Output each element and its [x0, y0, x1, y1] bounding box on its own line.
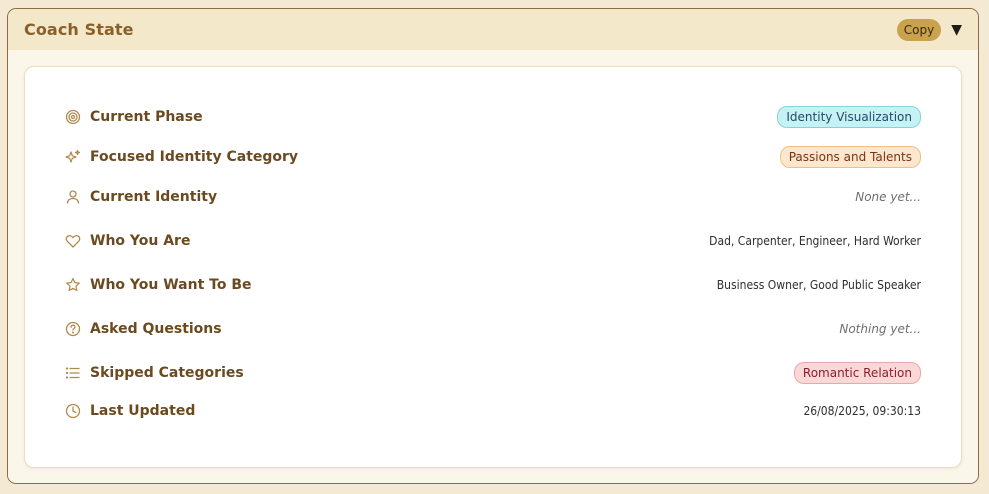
row-skipped-categories: Skipped Categories Romantic Relation — [65, 361, 921, 385]
row-asked-questions: Asked Questions Nothing yet... — [65, 317, 921, 341]
skipped-category-badge: Romantic Relation — [793, 362, 921, 384]
collapse-toggle-icon[interactable]: ▼ — [949, 22, 964, 38]
star-icon — [65, 277, 81, 293]
current-phase-label: Current Phase — [90, 109, 203, 125]
who-you-are-value: Dad, Carpenter, Engineer, Hard Worker — [709, 234, 921, 248]
row-current-identity: Current Identity None yet... — [65, 185, 921, 209]
row-who-you-are: Who You Are Dad, Carpenter, Engineer, Ha… — [65, 229, 921, 253]
clock-icon — [65, 403, 81, 419]
who-you-want-to-be-value: Business Owner, Good Public Speaker — [716, 278, 921, 292]
current-phase-badge: Identity Visualization — [777, 106, 921, 128]
header-actions: Copy ▼ — [896, 18, 964, 41]
asked-questions-label: Asked Questions — [90, 321, 222, 337]
focused-category-label: Focused Identity Category — [90, 149, 299, 165]
row-who-you-want-to-be: Who You Want To Be Business Owner, Good … — [65, 273, 921, 297]
target-icon — [65, 109, 81, 125]
heart-icon — [65, 233, 81, 249]
copy-button[interactable]: Copy — [896, 18, 942, 41]
list-icon — [65, 365, 81, 381]
last-updated-value: 26/08/2025, 09:30:13 — [803, 404, 921, 418]
user-icon — [65, 189, 81, 205]
focused-category-badge: Passions and Talents — [779, 146, 921, 168]
who-you-want-to-be-label: Who You Want To Be — [90, 277, 252, 293]
sparkles-icon — [65, 149, 81, 165]
panel-body: Current Phase Identity Visualization Foc… — [8, 50, 978, 483]
panel-header[interactable]: Coach State Copy ▼ — [8, 9, 978, 50]
current-identity-value: None yet... — [855, 190, 921, 204]
panel-title: Coach State — [24, 20, 134, 39]
row-last-updated: Last Updated 26/08/2025, 09:30:13 — [65, 399, 921, 423]
state-card: Current Phase Identity Visualization Foc… — [24, 66, 962, 468]
asked-questions-value: Nothing yet... — [839, 322, 921, 336]
row-current-phase: Current Phase Identity Visualization — [65, 105, 921, 129]
question-circle-icon — [65, 321, 81, 337]
skipped-categories-label: Skipped Categories — [90, 365, 244, 381]
coach-state-panel: Coach State Copy ▼ Current Phase Identit… — [7, 8, 979, 484]
last-updated-label: Last Updated — [90, 403, 196, 419]
current-identity-label: Current Identity — [90, 189, 218, 205]
row-focused-category: Focused Identity Category Passions and T… — [65, 145, 921, 169]
who-you-are-label: Who You Are — [90, 233, 191, 249]
